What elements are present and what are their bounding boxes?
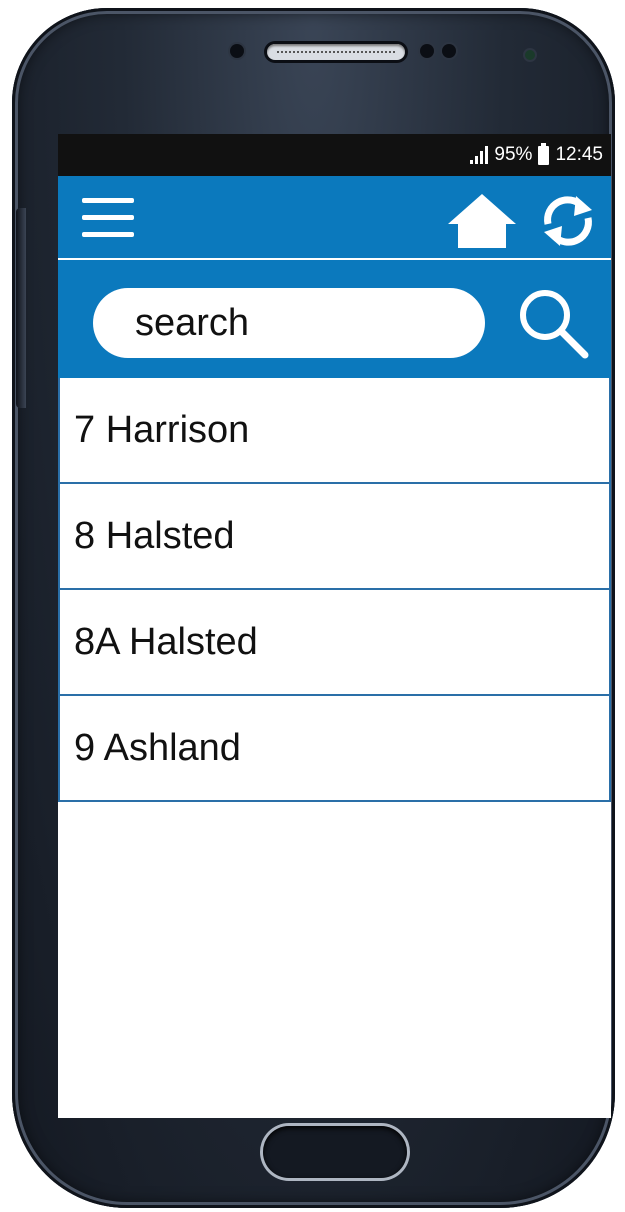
side-volume-button <box>16 208 26 408</box>
battery-percent: 95% <box>494 144 533 165</box>
route-list: 7 Harrison 8 Halsted 8A Halsted 9 Ashlan… <box>58 378 611 802</box>
app-bar <box>58 176 611 260</box>
route-label: 9 Ashland <box>74 726 241 769</box>
search-input[interactable] <box>93 288 485 358</box>
list-item[interactable]: 8 Halsted <box>58 484 611 590</box>
sensor-dot <box>230 44 244 58</box>
search-bar <box>58 260 611 378</box>
sensor-dot <box>442 44 456 58</box>
status-bar: 95% 12:45 <box>58 134 611 176</box>
search-icon[interactable] <box>515 285 591 361</box>
phone-frame: 95% 12:45 7 H <box>12 8 615 1208</box>
phone-screen: 95% 12:45 7 H <box>58 134 611 1118</box>
route-label: 8 Halsted <box>74 514 235 557</box>
sensor-dot <box>420 44 434 58</box>
hardware-home-button[interactable] <box>263 1126 407 1178</box>
battery-icon <box>538 142 550 165</box>
route-label: 7 Harrison <box>74 408 250 451</box>
clock: 12:45 <box>555 144 603 165</box>
list-item[interactable]: 8A Halsted <box>58 590 611 696</box>
signal-icon <box>470 146 489 164</box>
hamburger-menu-icon[interactable] <box>82 198 134 238</box>
list-item[interactable]: 9 Ashland <box>58 696 611 802</box>
route-label: 8A Halsted <box>74 620 258 663</box>
earpiece-speaker <box>267 44 405 60</box>
refresh-icon[interactable] <box>536 190 600 252</box>
list-item[interactable]: 7 Harrison <box>58 378 611 484</box>
front-camera <box>525 50 535 60</box>
home-icon[interactable] <box>446 192 518 250</box>
